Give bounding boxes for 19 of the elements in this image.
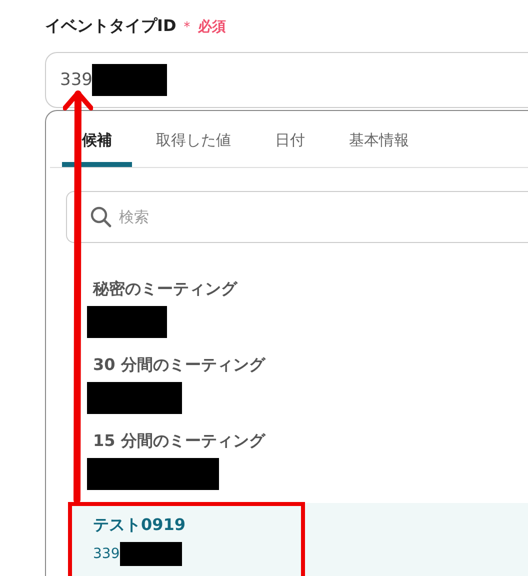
field-label: イベントタイプID bbox=[45, 16, 176, 37]
field-value: 339 bbox=[60, 70, 92, 90]
redaction-block bbox=[120, 542, 182, 566]
tab[interactable]: 取得した値 bbox=[136, 131, 251, 167]
tab[interactable]: 日付 bbox=[255, 131, 325, 167]
option-title: 秘密のミーティング bbox=[93, 279, 238, 300]
tab[interactable]: 基本情報 bbox=[329, 131, 429, 167]
search-field[interactable]: 検索 bbox=[66, 191, 528, 243]
option-item[interactable]: 15 分間のミーティング bbox=[68, 425, 528, 501]
option-title: 15 分間のミーティング bbox=[93, 431, 266, 452]
option-title: テスト0919 bbox=[93, 515, 187, 536]
tab[interactable]: 候補 bbox=[62, 131, 132, 167]
id-field[interactable]: 339 bbox=[45, 52, 528, 108]
required-mark: ＊ bbox=[180, 18, 194, 36]
required-label: 必須 bbox=[198, 18, 226, 36]
option-item[interactable]: 30 分間のミーティング bbox=[68, 349, 528, 425]
option-title: 30 分間のミーティング bbox=[93, 355, 266, 376]
option-item[interactable]: 秘密のミーティング bbox=[68, 273, 528, 349]
option-id: 339 bbox=[93, 546, 120, 562]
